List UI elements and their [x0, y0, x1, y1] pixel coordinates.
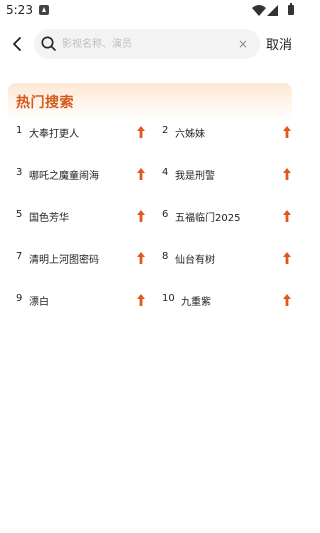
up-arrow-icon [137, 210, 145, 222]
hot-search-title-text: 大奉打更人 [29, 129, 79, 140]
hot-search-title-text: 清明上河图密码 [29, 255, 99, 266]
hot-search-title: 热门搜索 [16, 95, 74, 111]
back-button[interactable] [8, 32, 28, 56]
hot-search-title-text: 我是刑警 [175, 171, 215, 182]
hot-search-title-text: 漂白 [29, 297, 49, 308]
hot-search-title-text: 国色芳华 [29, 213, 69, 224]
hot-search-item[interactable]: 6 五福临门2025 [162, 205, 302, 229]
hot-search-rank: 10 [162, 293, 175, 304]
up-arrow-icon [283, 126, 291, 138]
hot-search-item[interactable]: 7 清明上河图密码 [16, 247, 156, 271]
hot-search-item[interactable]: 3 哪吒之魔童闹海 [16, 163, 156, 187]
up-arrow-icon [283, 252, 291, 264]
hot-search-item[interactable]: 9 漂白 [16, 289, 156, 313]
up-arrow-icon [137, 252, 145, 264]
hot-search-rank: 3 [16, 167, 23, 178]
search-header: × 取消 [0, 28, 300, 60]
hot-search-item[interactable]: 4 我是刑警 [162, 163, 302, 187]
hot-search-rank: 5 [16, 209, 23, 220]
hot-search-rank: 6 [162, 209, 169, 220]
hot-search-item[interactable]: 8 仙台有树 [162, 247, 302, 271]
search-box[interactable]: × [34, 29, 260, 59]
signal-icon [267, 5, 278, 16]
hot-search-rank: 8 [162, 251, 169, 262]
battery-icon [288, 3, 294, 15]
up-arrow-icon [137, 168, 145, 180]
hot-search-title-text: 六姊妹 [175, 129, 205, 140]
hot-search-title-text: 九重紫 [181, 297, 211, 308]
clear-icon[interactable]: × [234, 35, 252, 53]
hot-search-panel: 热门搜索 1 大奉打更人 2 六姊妹 3 哪吒之魔童闹海 4 我是刑警 5 国色… [8, 83, 292, 323]
cancel-button[interactable]: 取消 [266, 34, 292, 53]
hot-search-rank: 2 [162, 125, 169, 136]
up-arrow-icon [283, 210, 291, 222]
hot-search-rank: 9 [16, 293, 23, 304]
up-arrow-icon [137, 126, 145, 138]
hot-search-item[interactable]: 5 国色芳华 [16, 205, 156, 229]
hot-search-rank: 4 [162, 167, 169, 178]
notification-app-icon [39, 5, 49, 15]
hot-search-title-text: 五福临门2025 [175, 213, 241, 224]
hot-search-item[interactable]: 10 九重紫 [162, 289, 302, 313]
search-icon [41, 36, 56, 51]
hot-search-rank: 7 [16, 251, 23, 262]
status-bar: 5:23 [0, 0, 300, 22]
up-arrow-icon [137, 294, 145, 306]
hot-search-header: 热门搜索 [8, 83, 292, 121]
hot-search-title-text: 哪吒之魔童闹海 [29, 171, 99, 182]
up-arrow-icon [283, 294, 291, 306]
hot-search-rank: 1 [16, 125, 23, 136]
status-time: 5:23 [6, 3, 33, 17]
up-arrow-icon [283, 168, 291, 180]
back-arrow-icon [13, 37, 21, 51]
search-input[interactable] [62, 34, 232, 54]
wifi-icon [252, 5, 266, 16]
hot-search-item[interactable]: 2 六姊妹 [162, 121, 302, 145]
hot-search-title-text: 仙台有树 [175, 255, 215, 266]
hot-search-item[interactable]: 1 大奉打更人 [16, 121, 156, 145]
